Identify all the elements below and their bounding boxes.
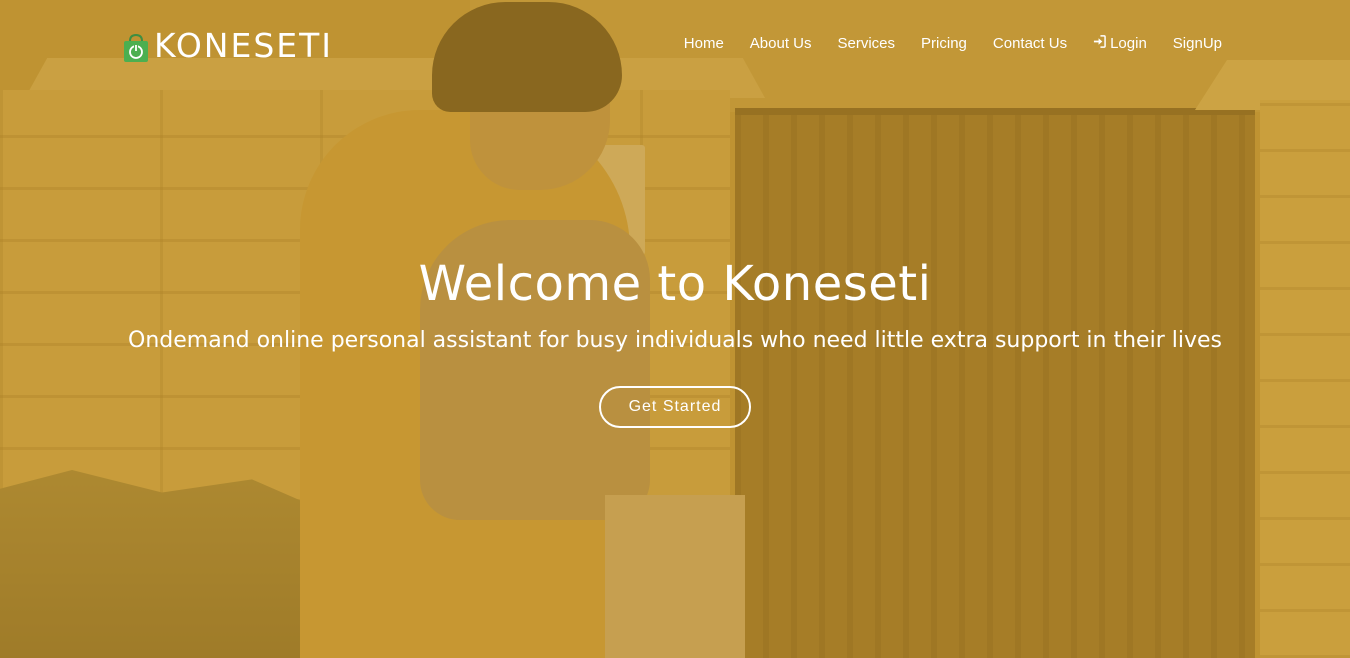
nav-signup[interactable]: SignUp xyxy=(1173,35,1222,52)
shopping-bag-power-icon xyxy=(120,32,152,64)
nav-login[interactable]: Login xyxy=(1093,35,1147,52)
hero-title: Welcome to Koneseti xyxy=(418,256,932,312)
hero-subtitle: Ondemand online personal assistant for b… xyxy=(128,328,1222,353)
sign-in-icon xyxy=(1093,35,1106,52)
hero-content: Welcome to Koneseti Ondemand online pers… xyxy=(0,252,1350,428)
nav-login-label: Login xyxy=(1110,35,1147,52)
nav-home[interactable]: Home xyxy=(684,35,724,52)
hero-section: KONESETI Home About Us Services Pricing … xyxy=(0,0,1350,658)
nav-pricing[interactable]: Pricing xyxy=(921,35,967,52)
main-nav: Home About Us Services Pricing Contact U… xyxy=(684,33,1222,52)
nav-contact-us[interactable]: Contact Us xyxy=(993,35,1067,52)
nav-services[interactable]: Services xyxy=(838,35,896,52)
site-header: KONESETI Home About Us Services Pricing … xyxy=(0,0,1350,90)
get-started-button[interactable]: Get Started xyxy=(598,386,752,428)
brand-logo-link[interactable]: KONESETI xyxy=(120,26,333,65)
nav-about-us[interactable]: About Us xyxy=(750,35,812,52)
brand-name: KONESETI xyxy=(154,26,334,65)
